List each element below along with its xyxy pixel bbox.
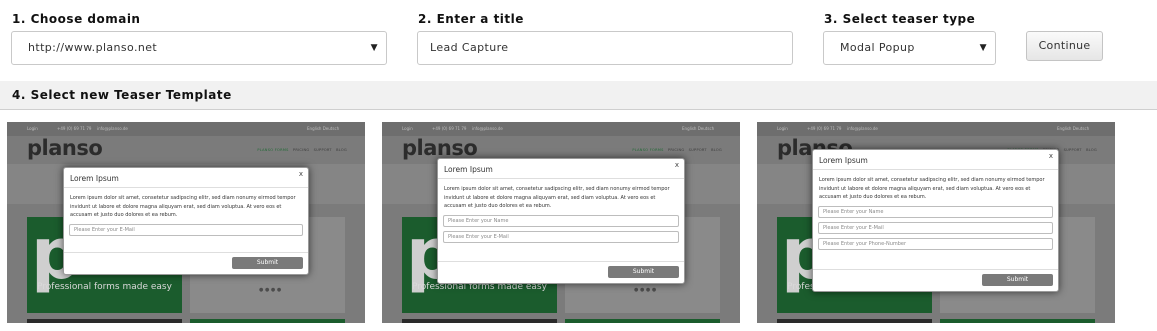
modal-header: Lorem Ipsum x bbox=[64, 168, 308, 188]
preview-phone: +49 (0) 69 71 79 bbox=[807, 126, 842, 131]
title-input-value: Lead Capture bbox=[430, 41, 509, 54]
modal-input: Please Enter your Name bbox=[443, 214, 679, 227]
template-section-header: 4. Select new Teaser Template bbox=[0, 81, 1157, 110]
template-card-3[interactable]: Login +49 (0) 69 71 79 info@planso.de En… bbox=[757, 122, 1115, 323]
modal-title: Lorem Ipsum bbox=[70, 174, 119, 183]
step-2-label: 2. Enter a title bbox=[418, 12, 524, 26]
close-icon: x bbox=[298, 170, 303, 178]
close-icon: x bbox=[674, 161, 679, 169]
modal-title: Lorem Ipsum bbox=[819, 156, 868, 165]
preview-login: Login bbox=[27, 126, 38, 131]
modal-popup-preview: Lorem Ipsum x Lorem ipsum dolor sit amet… bbox=[812, 149, 1059, 292]
modal-header: Lorem Ipsum x bbox=[438, 159, 684, 179]
preview-logo: planso bbox=[402, 136, 478, 160]
domain-select-value: http://www.planso.net bbox=[28, 41, 158, 54]
modal-header: Lorem Ipsum x bbox=[813, 150, 1058, 170]
preview-email: info@planso.de bbox=[97, 126, 128, 131]
title-input[interactable]: Lead Capture bbox=[417, 31, 793, 65]
chevron-down-icon: ▼ bbox=[979, 43, 987, 53]
preview-login: Login bbox=[777, 126, 788, 131]
modal-popup-preview: Lorem Ipsum x Lorem ipsum dolor sit amet… bbox=[437, 158, 685, 284]
preview-phone: +49 (0) 69 71 79 bbox=[432, 126, 467, 131]
modal-input: Please Enter your E-Mail bbox=[69, 223, 303, 236]
preview-login: Login bbox=[402, 126, 413, 131]
step-3-label: 3. Select teaser type bbox=[824, 12, 976, 26]
modal-input: Please Enter your Name bbox=[818, 205, 1053, 218]
preview-carousel-dots: ● ● ● ● bbox=[634, 287, 657, 293]
preview-lang: English Deutsch bbox=[1057, 126, 1090, 131]
modal-input: Please Enter your E-Mail bbox=[443, 230, 679, 243]
teaser-type-value: Modal Popup bbox=[840, 41, 915, 54]
submit-button: Submit bbox=[608, 266, 679, 278]
preview-logo: planso bbox=[27, 136, 103, 160]
chevron-down-icon: ▼ bbox=[370, 43, 378, 53]
modal-body-text: Lorem ipsum dolor sit amet, consetetur s… bbox=[70, 195, 296, 218]
step-1-label: 1. Choose domain bbox=[12, 12, 141, 26]
step-4-label: 4. Select new Teaser Template bbox=[12, 88, 232, 102]
preview-lang: English Deutsch bbox=[307, 126, 340, 131]
preview-carousel-dots: ● ● ● ● bbox=[259, 287, 282, 293]
domain-select[interactable]: http://www.planso.net ▼ bbox=[11, 31, 387, 65]
submit-button: Submit bbox=[232, 257, 303, 269]
modal-footer: Submit bbox=[64, 252, 308, 274]
preview-nav: PLANSO FORMS PRICING SUPPORT BLOG bbox=[257, 148, 347, 152]
continue-button[interactable]: Continue bbox=[1026, 31, 1103, 61]
teaser-type-select[interactable]: Modal Popup ▼ bbox=[823, 31, 996, 65]
modal-footer: Submit bbox=[438, 261, 684, 283]
template-card-1[interactable]: Login +49 (0) 69 71 79 info@planso.de En… bbox=[7, 122, 365, 323]
modal-popup-preview: Lorem Ipsum x Lorem ipsum dolor sit amet… bbox=[63, 167, 309, 275]
preview-nav: PLANSO FORMS PRICING SUPPORT BLOG bbox=[632, 148, 722, 152]
modal-body-text: Lorem ipsum dolor sit amet, consetetur s… bbox=[444, 186, 670, 209]
submit-button: Submit bbox=[982, 274, 1053, 286]
modal-body-text: Lorem ipsum dolor sit amet, consetetur s… bbox=[819, 177, 1045, 200]
modal-footer: Submit bbox=[813, 269, 1058, 291]
preview-email: info@planso.de bbox=[472, 126, 503, 131]
modal-input: Please Enter your E-Mail bbox=[818, 221, 1053, 234]
template-card-2[interactable]: Login +49 (0) 69 71 79 info@planso.de En… bbox=[382, 122, 740, 323]
modal-input: Please Enter your Phone-Number bbox=[818, 237, 1053, 250]
preview-email: info@planso.de bbox=[847, 126, 878, 131]
close-icon: x bbox=[1048, 152, 1053, 160]
preview-lang: English Deutsch bbox=[682, 126, 715, 131]
preview-phone: +49 (0) 69 71 79 bbox=[57, 126, 92, 131]
modal-title: Lorem Ipsum bbox=[444, 165, 493, 174]
